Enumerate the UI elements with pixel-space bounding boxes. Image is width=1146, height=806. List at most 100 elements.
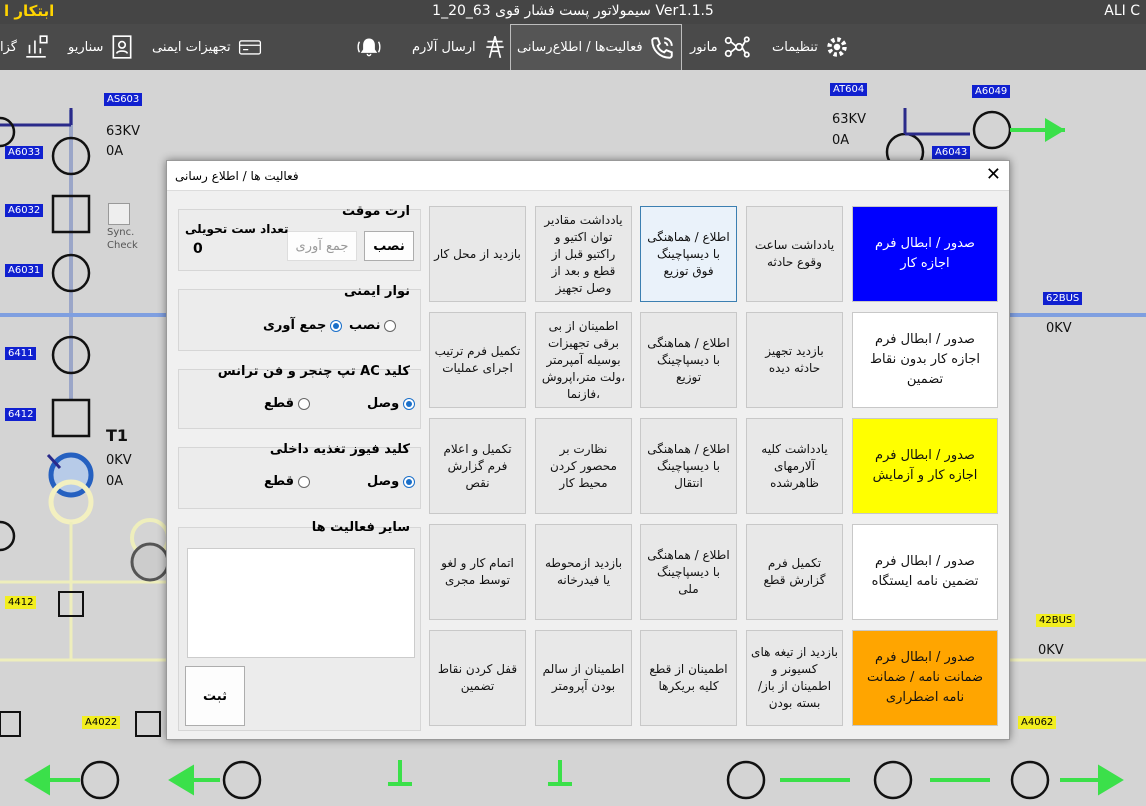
safety-tape-title: نوار ایمنی bbox=[343, 284, 410, 299]
fuse-off-radio[interactable]: قطع bbox=[264, 474, 311, 489]
activity-button-1-0[interactable]: تکمیل فرم ترتیب اجرای عملیات bbox=[429, 312, 526, 408]
window-title: سیمولاتور پست فشار قوی 63_20_1 Ver1.1.5 bbox=[432, 3, 714, 19]
safety-equipment-button[interactable]: تجهیزات ایمنی bbox=[152, 24, 263, 70]
fuse-off-label: قطع bbox=[264, 474, 295, 489]
tag-a6031[interactable]: A6031 bbox=[5, 264, 44, 277]
label-current-right: 0A bbox=[832, 133, 850, 148]
reports-button[interactable]: گزا bbox=[0, 24, 49, 70]
activity-button-1-3[interactable]: بازدید تجهیز حادثه دیده bbox=[746, 312, 843, 408]
activities-label: فعالیت‌ها / اطلاع‌رسانی bbox=[517, 40, 643, 55]
activity-button-0-0[interactable]: بازدید از محل کار bbox=[429, 206, 526, 302]
bell-icon bbox=[357, 38, 381, 57]
bus42-voltage: 0KV bbox=[1038, 643, 1064, 658]
settings-label: تنظیمات bbox=[772, 39, 818, 55]
tag-a6033[interactable]: A6033 bbox=[5, 146, 44, 159]
activity-button-0-1[interactable]: یادداشت مقادیر توان اکتیو و راکتیو قبل ا… bbox=[535, 206, 632, 302]
t1-current: 0A bbox=[106, 474, 124, 489]
tag-6411[interactable]: 6411 bbox=[5, 347, 37, 360]
ac-key-panel: کلید AC تپ چنجر و فن ترانس وصل قطع bbox=[178, 364, 421, 429]
activity-button-1-2[interactable]: اطلاع / هماهنگی با دیسپاچینگ توزیع bbox=[640, 312, 737, 408]
close-icon[interactable]: ✕ bbox=[986, 164, 1001, 185]
scenario-button[interactable]: سناریو bbox=[68, 24, 135, 70]
temp-earth-title: ارت موقت bbox=[341, 204, 410, 219]
sync-label: Sync. bbox=[107, 227, 135, 238]
phone-icon bbox=[650, 36, 673, 59]
maneuver-button[interactable]: مانور bbox=[690, 24, 750, 70]
activity-button-0-3[interactable]: یادداشت ساعت وقوع حادثه bbox=[746, 206, 843, 302]
submit-button[interactable]: ثبت bbox=[185, 666, 245, 726]
tag-6412[interactable]: 6412 bbox=[5, 408, 37, 421]
tag-as603[interactable]: AS603 bbox=[104, 93, 143, 106]
earth-collect-button[interactable]: جمع آوری bbox=[287, 231, 357, 261]
tape-collect-radio[interactable]: جمع آوری bbox=[263, 318, 343, 333]
other-activities-panel: سایر فعالیت ها ثبت bbox=[178, 520, 421, 731]
activity-button-2-3[interactable]: یادداشت کلیه آلارمهای ظاهرشده bbox=[746, 418, 843, 514]
fuse-on-label: وصل bbox=[367, 474, 400, 489]
send-alarm-button[interactable]: ارسال آلارم bbox=[412, 24, 508, 70]
safety-tape-panel: نوار ایمنی نصب جمع آوری bbox=[178, 284, 421, 351]
scenario-label: سناریو bbox=[68, 39, 104, 55]
main-toolbar: تنظیمات مانور فعالیت‌ها / اطلاع‌رسانی ار… bbox=[0, 24, 1146, 70]
ac-on-label: وصل bbox=[367, 396, 400, 411]
other-activities-title: سایر فعالیت ها bbox=[311, 520, 410, 535]
delivered-sets-count: 0 bbox=[193, 241, 203, 257]
activity-button-2-1[interactable]: نظارت بر محصور کردن محیط کار bbox=[535, 418, 632, 514]
tag-42bus[interactable]: 42BUS bbox=[1036, 614, 1076, 627]
title-right: ALI C bbox=[1104, 3, 1140, 19]
sync-check-box[interactable] bbox=[108, 203, 130, 225]
tag-at604[interactable]: AT604 bbox=[830, 83, 868, 96]
activity-button-4-1[interactable]: اطمینان از سالم بودن آپرومتر bbox=[535, 630, 632, 726]
alarm-button[interactable] bbox=[356, 24, 382, 70]
tape-install-radio[interactable]: نصب bbox=[349, 318, 397, 333]
reports-label: گزا bbox=[0, 39, 17, 55]
transformer-t1-label: T1 bbox=[106, 426, 129, 445]
activity-button-1-1[interactable]: اطمینان از بی برقی تجهیزات بوسیله آمپرمت… bbox=[535, 312, 632, 408]
t1-voltage: 0KV bbox=[106, 453, 132, 468]
label-63kv-left: 63KV bbox=[106, 124, 140, 139]
settings-button[interactable]: تنظیمات bbox=[772, 24, 850, 70]
activity-button-3-3[interactable]: تکمیل فرم گزارش قطع bbox=[746, 524, 843, 620]
other-activities-input[interactable] bbox=[187, 548, 415, 658]
fuse-on-radio[interactable]: وصل bbox=[367, 474, 416, 489]
activity-button-3-0[interactable]: اتمام کار و لغو توسط مجری bbox=[429, 524, 526, 620]
document-user-icon bbox=[112, 35, 132, 59]
ac-off-label: قطع bbox=[264, 396, 295, 411]
activity-button-2-0[interactable]: تکمیل و اعلام فرم گزارش نقص bbox=[429, 418, 526, 514]
activity-button-2-2[interactable]: اطلاع / هماهنگی با دیسپاچینگ انتقال bbox=[640, 418, 737, 514]
tag-a4062[interactable]: A4062 bbox=[1018, 716, 1057, 729]
activity-button-0-2[interactable]: اطلاع / هماهنگی با دیسپاچینگ فوق توزیع bbox=[640, 206, 737, 302]
permit-button-3[interactable]: صدور / ابطال فرم تضمین نامه ایستگاه bbox=[852, 524, 998, 620]
network-icon bbox=[724, 36, 750, 58]
tag-a6043[interactable]: A6043 bbox=[932, 146, 971, 159]
fuse-key-title: کلید فیوز تغذیه داخلی bbox=[269, 442, 410, 457]
tag-62bus[interactable]: 62BUS bbox=[1043, 292, 1083, 305]
permit-button-1[interactable]: صدور / ابطال فرم اجازه کار بدون نقاط تضم… bbox=[852, 312, 998, 408]
activity-button-3-1[interactable]: بازدید ازمحوطه یا فیدرخانه bbox=[535, 524, 632, 620]
label-current-left: 0A bbox=[106, 144, 124, 159]
tape-install-label: نصب bbox=[349, 318, 381, 333]
tag-a6049[interactable]: A6049 bbox=[972, 85, 1011, 98]
tag-a6032[interactable]: A6032 bbox=[5, 204, 44, 217]
ac-on-radio[interactable]: وصل bbox=[367, 396, 416, 411]
activity-button-4-0[interactable]: قفل کردن نقاط تضمین bbox=[429, 630, 526, 726]
permit-button-0[interactable]: صدور / ابطال فرم اجازه کار bbox=[852, 206, 998, 302]
card-icon bbox=[238, 40, 261, 55]
send-alarm-label: ارسال آلارم bbox=[412, 39, 476, 55]
activity-button-3-2[interactable]: اطلاع / هماهنگی با دیسپاچینگ ملی bbox=[640, 524, 737, 620]
activity-button-4-2[interactable]: اطمینان از قطع کلیه بریکرها bbox=[640, 630, 737, 726]
dialog-title: فعالیت ها / اطلاع رسانی bbox=[175, 169, 299, 183]
bus62-voltage: 0KV bbox=[1046, 321, 1072, 336]
permit-button-4[interactable]: صدور / ابطال فرم ضمانت نامه / ضمانت نامه… bbox=[852, 630, 998, 726]
tab-activities[interactable]: فعالیت‌ها / اطلاع‌رسانی bbox=[510, 24, 682, 70]
permit-button-2[interactable]: صدور / ابطال فرم اجازه کار و آزمایش bbox=[852, 418, 998, 514]
gear-icon bbox=[827, 37, 847, 57]
earth-install-button[interactable]: نصب bbox=[364, 231, 414, 261]
temp-earth-panel: ارت موقت نصب جمع آوری تعداد ست تحویلی 0 bbox=[178, 204, 421, 271]
tag-4412[interactable]: 4412 bbox=[5, 596, 37, 609]
activities-dialog: فعالیت ها / اطلاع رسانی ✕ بازدید از محل … bbox=[166, 160, 1010, 740]
safety-label: تجهیزات ایمنی bbox=[152, 39, 231, 55]
tag-a4022[interactable]: A4022 bbox=[82, 716, 121, 729]
ac-off-radio[interactable]: قطع bbox=[264, 396, 311, 411]
activity-button-4-3[interactable]: بازدید از تیغه های کسیونر و اطمینان از ب… bbox=[746, 630, 843, 726]
label-63kv-right: 63KV bbox=[832, 112, 866, 127]
